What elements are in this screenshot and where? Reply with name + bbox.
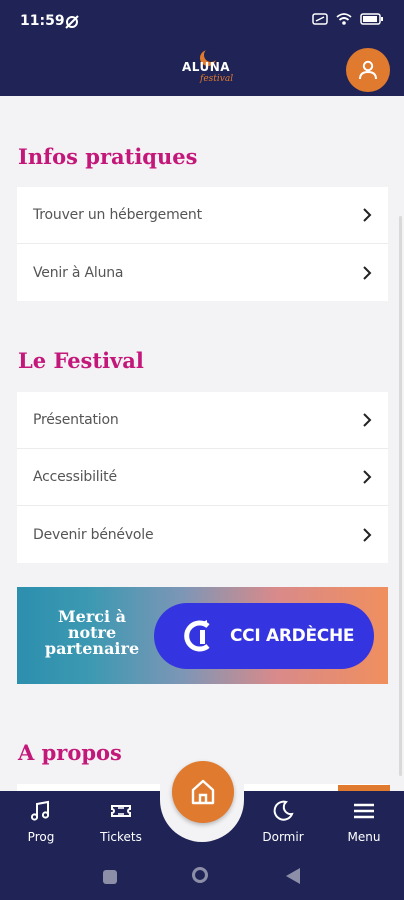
- profile-button[interactable]: [346, 48, 390, 92]
- recents-icon[interactable]: [103, 870, 117, 884]
- chevron-right-icon: [363, 413, 372, 427]
- battery-saver-icon: [312, 13, 328, 25]
- festival-card: Présentation Accessibilité Devenir bénév…: [17, 392, 388, 563]
- menu-icon: [354, 803, 374, 819]
- menu-item-venir[interactable]: Venir à Aluna: [17, 244, 388, 301]
- nav-label: Menu: [347, 830, 381, 844]
- menu-item-accessibilite[interactable]: Accessibilité: [17, 449, 388, 506]
- battery-icon: [360, 13, 383, 25]
- logo-text: ALUNA: [182, 60, 231, 74]
- nav-label: Prog: [27, 830, 55, 844]
- partner-name: CCI ARDÈCHE: [230, 626, 355, 646]
- section-title-festival: Le Festival: [18, 348, 144, 373]
- menu-item-label: Accessibilité: [33, 469, 117, 485]
- menu-item-label: Devenir bénévole: [33, 526, 154, 543]
- chevron-right-icon: [363, 265, 372, 280]
- nav-tickets[interactable]: Tickets: [89, 799, 153, 844]
- home-circle-icon[interactable]: [192, 867, 208, 883]
- scrollbar[interactable]: [399, 216, 402, 776]
- home-icon: [191, 779, 215, 805]
- status-time: 11:59: [20, 13, 65, 29]
- back-icon[interactable]: [286, 868, 300, 884]
- cci-logo-icon: [184, 620, 210, 652]
- menu-item-benevole[interactable]: Devenir bénévole: [17, 506, 388, 563]
- system-nav-bar: [0, 853, 404, 900]
- menu-item-label: Présentation: [33, 412, 119, 428]
- nav-label: Tickets: [100, 830, 142, 844]
- menu-item-label: Venir à Aluna: [33, 264, 124, 281]
- menu-item-label: Trouver un hébergement: [33, 207, 202, 223]
- nav-prog[interactable]: Prog: [9, 799, 73, 844]
- menu-item-presentation[interactable]: Présentation: [17, 392, 388, 449]
- ticket-icon: [111, 805, 131, 817]
- infos-card: Trouver un hébergement Venir à Aluna: [17, 187, 388, 301]
- section-title-infos: Infos pratiques: [18, 144, 198, 169]
- cci-partner-logo: CCI ARDÈCHE: [154, 603, 374, 669]
- nav-dormir[interactable]: Dormir: [251, 799, 315, 844]
- nav-label: Dormir: [262, 830, 304, 844]
- partner-thanks-text: Merci à notre partenaire: [37, 609, 147, 657]
- app-header: ALUNA festival: [0, 44, 404, 96]
- user-icon: [359, 60, 377, 80]
- status-bar: 11:59: [0, 0, 404, 44]
- partner-banner[interactable]: Merci à notre partenaire CCI ARDÈCHE: [17, 587, 388, 684]
- status-icons: [312, 12, 384, 26]
- moon-icon: [273, 800, 294, 821]
- banner-line: partenaire: [44, 639, 140, 658]
- sync-off-icon: [65, 15, 79, 29]
- menu-item-hebergement[interactable]: Trouver un hébergement: [17, 187, 388, 244]
- aluna-logo[interactable]: ALUNA festival: [178, 48, 233, 90]
- home-button[interactable]: [172, 761, 234, 823]
- logo-subtext: festival: [200, 74, 234, 84]
- music-note-icon: [30, 800, 50, 821]
- chevron-right-icon: [363, 470, 372, 484]
- chevron-right-icon: [363, 208, 372, 222]
- wifi-icon: [336, 13, 352, 25]
- chevron-right-icon: [363, 527, 372, 542]
- menu-content[interactable]: Infos pratiques Trouver un hébergement V…: [0, 96, 404, 791]
- section-title-apropos: A propos: [18, 740, 122, 765]
- nav-menu[interactable]: Menu: [332, 799, 396, 844]
